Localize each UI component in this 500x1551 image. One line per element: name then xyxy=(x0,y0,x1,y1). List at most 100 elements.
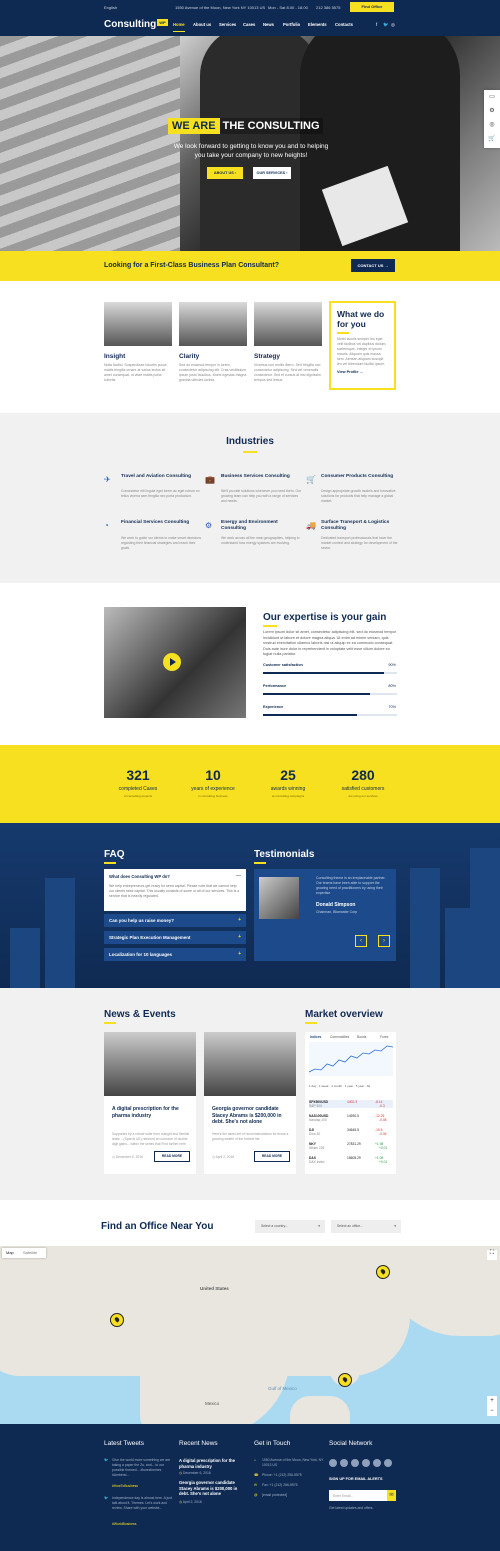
settings-icon[interactable]: ⚙ xyxy=(484,104,500,118)
news-headline[interactable]: Georgia governor candidate Stacey Abrams… xyxy=(212,1106,290,1126)
map-type-toggle[interactable]: Map Satellite xyxy=(2,1248,46,1258)
cart-icon[interactable]: 🛒 xyxy=(484,132,500,146)
nav-services[interactable]: Services xyxy=(219,22,236,27)
nav-news[interactable]: News xyxy=(263,22,274,27)
play-icon[interactable] xyxy=(163,653,181,671)
industry-title[interactable]: Energy and Environment Consulting xyxy=(221,520,301,532)
tweet-link[interactable]: #HowToBusiness xyxy=(112,1484,138,1488)
expertise-title: Our expertise is your gain xyxy=(263,612,387,623)
truck-icon: 🚚 xyxy=(306,521,316,530)
send-icon[interactable]: ✉ xyxy=(387,1490,396,1501)
chevron-right-icon[interactable]: › xyxy=(378,935,390,947)
twitter-icon[interactable]: 🐦 xyxy=(383,22,389,28)
about-us-button[interactable]: ABOUT US › xyxy=(207,167,243,179)
map-tab[interactable]: Map xyxy=(6,1250,14,1255)
avatar xyxy=(259,877,299,919)
stat-number: 10 xyxy=(205,767,221,783)
service-title[interactable]: Clarity xyxy=(179,353,199,360)
market-tab[interactable]: Forex xyxy=(380,1035,388,1039)
chevron-left-icon[interactable]: ‹ xyxy=(355,935,367,947)
industry-title[interactable]: Travel and Aviation Consulting xyxy=(121,474,201,480)
news-headline[interactable]: A digital prescription for the pharma in… xyxy=(112,1106,190,1119)
market-row[interactable]: SPX500USD 4402.3 -8.14 S&P 500 -0.3 xyxy=(309,1100,393,1108)
footer xyxy=(0,1424,500,1551)
progress-track xyxy=(263,693,397,695)
footer-news-date: ◷ April 2, 2016 xyxy=(179,1500,202,1504)
footer-news-link[interactable]: Georgia governor candidate Stacey Abrams… xyxy=(179,1480,247,1497)
market-tab[interactable]: Indices xyxy=(310,1035,321,1039)
read-more-button[interactable]: READ MORE xyxy=(154,1151,190,1162)
linkedin-icon[interactable] xyxy=(373,1459,381,1467)
support-icon[interactable]: ◎ xyxy=(484,118,500,132)
minus-icon[interactable]: — xyxy=(236,873,241,879)
faq-item[interactable]: Localization for 10 languages + xyxy=(104,948,246,961)
side-toolbar: ▭ ⚙ ◎ 🛒 xyxy=(484,90,500,148)
monitor-icon[interactable]: ▭ xyxy=(484,90,500,104)
testimonial-name: Donald Simpson xyxy=(316,902,356,908)
signup-heading: SIGN UP FOR EMAIL ALERTS xyxy=(329,1477,383,1481)
youtube-icon[interactable] xyxy=(384,1459,392,1467)
footer-fax: Fax: +1 (212) 256-5576 xyxy=(262,1483,298,1487)
faq-item-open[interactable]: What does Consulting WP do? — We help en… xyxy=(104,869,246,911)
news-image[interactable] xyxy=(104,1032,196,1096)
find-office-button[interactable]: Find Office xyxy=(350,2,394,12)
market-tab[interactable]: Bonds xyxy=(357,1035,366,1039)
clarity-image xyxy=(179,302,247,346)
contact-us-button[interactable]: CONTACT US → xyxy=(351,259,395,272)
view-profile-link[interactable]: View Profile → xyxy=(337,370,388,374)
market-row[interactable]: NAS100USD 14930.5 -12.25 Nasdaq 100 -0.08 xyxy=(309,1114,393,1122)
progress-track xyxy=(263,672,397,674)
facebook-icon[interactable]: f xyxy=(376,22,377,27)
nav-contacts[interactable]: Contacts xyxy=(335,22,353,27)
nav-about[interactable]: About us xyxy=(193,22,211,27)
nav-cases[interactable]: Cases xyxy=(243,22,255,27)
faq-item[interactable]: Strategic Plan Execution Management + xyxy=(104,931,246,944)
instagram-icon[interactable] xyxy=(351,1459,359,1467)
read-more-button[interactable]: READ MORE xyxy=(254,1151,290,1162)
fullscreen-icon[interactable]: ⛶ xyxy=(487,1250,497,1260)
market-row[interactable]: NKY 27831.29 +1.98 Nikkei 225 +0.01 xyxy=(309,1142,393,1150)
faq-item[interactable]: Can you help us raise money? + xyxy=(104,914,246,927)
faq-answer: We help entrepreneurs get ready for seed… xyxy=(109,884,240,898)
satellite-tab[interactable]: Satellite xyxy=(23,1250,37,1255)
market-row[interactable]: DAX 15605.29 +1.08 DAX Index +0.01 xyxy=(309,1156,393,1164)
office-select[interactable]: Select an office... ▾ xyxy=(331,1220,401,1233)
google-plus-icon[interactable] xyxy=(362,1459,370,1467)
nav-home[interactable]: Home xyxy=(173,22,185,32)
cta-banner: Looking for a First-Class Business Plan … xyxy=(0,251,500,281)
nav-portfolio[interactable]: Portfolio xyxy=(283,22,300,27)
our-services-button[interactable]: OUR SERVICES › xyxy=(253,167,291,179)
footer-news-link[interactable]: A digital prescription for the pharma in… xyxy=(179,1458,247,1469)
footer-address: 1550 Avenue of the Moon, New York, NY 10… xyxy=(262,1458,324,1467)
service-title[interactable]: Strategy xyxy=(254,353,280,360)
map-pin-icon[interactable] xyxy=(110,1313,124,1327)
twitter-icon[interactable] xyxy=(340,1459,348,1467)
market-tab[interactable]: Commodities xyxy=(330,1035,349,1039)
instagram-icon[interactable]: ◎ xyxy=(391,22,395,28)
industry-title[interactable]: Business Services Consulting xyxy=(221,474,301,480)
country-select[interactable]: Select a country... ▾ xyxy=(255,1220,325,1233)
faq-question[interactable]: What does Consulting WP do? xyxy=(109,874,170,879)
facebook-icon[interactable] xyxy=(329,1459,337,1467)
industry-title[interactable]: Financial Services Consulting xyxy=(121,520,201,526)
logo[interactable]: Consulting WP xyxy=(104,19,168,30)
footer-email[interactable]: [email protected] xyxy=(262,1493,287,1498)
period-selector[interactable]: 1 day · 1 week · 1 month · 1 year · 5 ye… xyxy=(309,1084,393,1088)
market-widget: Indices Commodities Bonds Forex 1 day · … xyxy=(305,1032,396,1174)
nav-elements[interactable]: Elements xyxy=(308,22,327,27)
map-pin-icon[interactable] xyxy=(376,1265,390,1279)
language-selector[interactable]: English xyxy=(104,5,117,10)
industry-title[interactable]: Surface Transport & Logistics Consulting xyxy=(321,520,401,532)
map-pin-icon[interactable] xyxy=(338,1373,352,1387)
service-title[interactable]: Insight xyxy=(104,353,125,360)
faq-title: FAQ xyxy=(104,849,125,860)
phone-icon: ☎ xyxy=(254,1473,259,1477)
news-image[interactable] xyxy=(204,1032,296,1096)
market-row[interactable]: DJI 34645.5 -19.5 Dow 30 -0.06 xyxy=(309,1128,393,1136)
industry-title[interactable]: Consumer Products Consulting xyxy=(321,474,401,480)
stat-sub: of consulting projects xyxy=(123,794,153,798)
tweet-link[interactable]: #WorldBusiness xyxy=(112,1522,136,1526)
office-map[interactable]: United States Mexico Gulf of Mexico ⛶ + − xyxy=(0,1246,500,1424)
zoom-controls[interactable]: + − xyxy=(487,1396,497,1416)
email-input[interactable]: Enter Email... xyxy=(329,1490,387,1501)
